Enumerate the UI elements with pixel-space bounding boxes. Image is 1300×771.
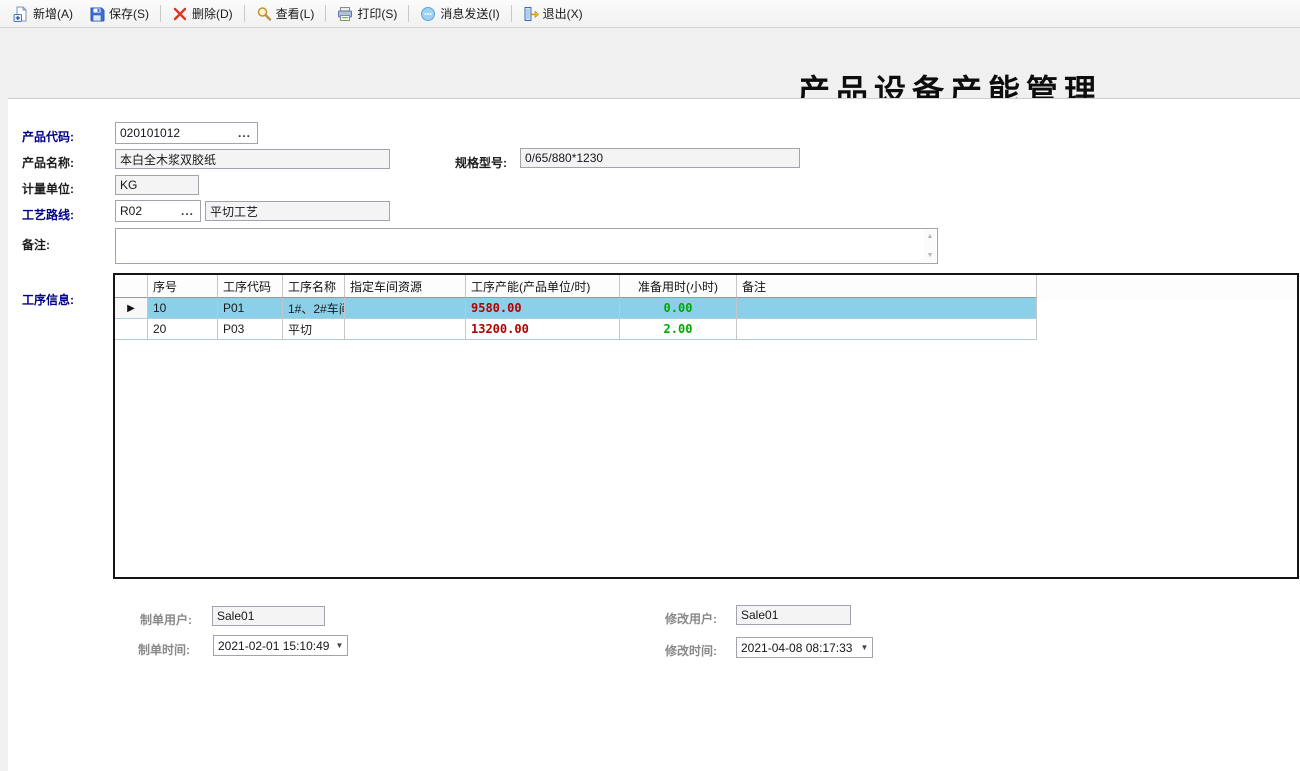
spec-model-field[interactable]: 0/65/880*1230 [520, 148, 800, 168]
toolbar-separator [160, 5, 161, 22]
process-route-code-field[interactable]: R02 ... [115, 200, 201, 222]
save-icon [89, 6, 105, 22]
create-time-combobox[interactable]: 2021-02-01 15:10:49 ▼ [213, 635, 348, 656]
process-route-name-field[interactable]: 平切工艺 [205, 201, 390, 221]
message-send-button[interactable]: 消息发送(I) [412, 1, 507, 26]
chevron-down-icon[interactable]: ▼ [332, 636, 347, 655]
scroll-down-icon[interactable]: ▼ [927, 252, 934, 259]
process-route-name-value: 平切工艺 [210, 203, 258, 220]
row-selector-header [115, 275, 148, 298]
product-name-value: 本白全木浆双胶纸 [120, 151, 216, 168]
toolbar-button-label: 新增(A) [33, 5, 73, 22]
toolbar-separator [511, 5, 512, 22]
row-selector-cell: ▶ [115, 298, 148, 319]
exit-button[interactable]: 退出(X) [515, 1, 591, 26]
chevron-down-icon[interactable]: ▼ [857, 638, 872, 657]
print-icon [337, 6, 353, 22]
toolbar-button-label: 保存(S) [109, 5, 149, 22]
cell-seq[interactable]: 20 [148, 319, 218, 340]
column-header-process-name[interactable]: 工序名称 [283, 275, 345, 298]
view-button[interactable]: 查看(L) [248, 1, 323, 26]
table-row[interactable]: ▶ 10 P01 1#、2#车间 9580.00 0.00 [115, 298, 1297, 319]
title-band: 产品设备产能管理 [0, 28, 1300, 98]
delete-icon [172, 6, 188, 22]
modifier-field[interactable]: Sale01 [736, 605, 851, 625]
modifier-value: Sale01 [741, 608, 778, 622]
cell-capacity[interactable]: 9580.00 [466, 298, 620, 319]
cell-workshop[interactable] [345, 298, 466, 319]
modify-time-label: 修改时间: [665, 642, 717, 659]
product-code-value: 020101012 [120, 126, 180, 140]
toolbar-button-label: 打印(S) [357, 5, 397, 22]
spec-model-label: 规格型号: [455, 154, 507, 171]
column-header-process-code[interactable]: 工序代码 [218, 275, 283, 298]
form-area: 产品代码: 020101012 ... 产品名称: 本白全木浆双胶纸 规格型号:… [8, 98, 1300, 771]
cell-process-name[interactable]: 1#、2#车间 [283, 298, 345, 319]
creator-field[interactable]: Sale01 [212, 606, 325, 626]
column-header-remark[interactable]: 备注 [737, 275, 1037, 298]
toolbar: 新增(A) 保存(S) 删除(D) 查看(L) 打印(S) 消息发送(I) 退出… [0, 0, 1300, 28]
create-time-label: 制单时间: [138, 641, 190, 658]
process-route-label: 工艺路线: [22, 206, 74, 223]
remark-field[interactable]: ▲ ▼ [115, 228, 938, 264]
print-button[interactable]: 打印(S) [329, 1, 405, 26]
modify-time-combobox[interactable]: 2021-04-08 08:17:33 ▼ [736, 637, 873, 658]
creator-label: 制单用户: [140, 611, 192, 628]
cell-workshop[interactable] [345, 319, 466, 340]
product-name-label: 产品名称: [22, 154, 74, 171]
view-icon [256, 6, 272, 22]
process-route-code-value: R02 [120, 204, 142, 218]
remark-scrollbar[interactable]: ▲ ▼ [924, 230, 936, 262]
product-name-field[interactable]: 本白全木浆双胶纸 [115, 149, 390, 169]
cell-remark[interactable] [737, 319, 1037, 340]
toolbar-button-label: 消息发送(I) [440, 5, 499, 22]
toolbar-separator [244, 5, 245, 22]
column-header-prep-time[interactable]: 准备用时(小时) [620, 275, 737, 298]
remark-label: 备注: [22, 236, 50, 253]
toolbar-separator [408, 5, 409, 22]
cell-capacity[interactable]: 13200.00 [466, 319, 620, 340]
creator-value: Sale01 [217, 609, 254, 623]
current-row-marker-icon: ▶ [127, 303, 135, 314]
new-button[interactable]: 新增(A) [5, 1, 81, 26]
new-document-icon [13, 6, 29, 22]
scroll-up-icon[interactable]: ▲ [927, 233, 934, 240]
toolbar-separator [325, 5, 326, 22]
product-code-lookup-button[interactable]: ... [236, 129, 253, 137]
toolbar-button-label: 删除(D) [192, 5, 233, 22]
cell-process-code[interactable]: P01 [218, 298, 283, 319]
spec-model-value: 0/65/880*1230 [525, 151, 603, 165]
cell-prep-time[interactable]: 2.00 [620, 319, 737, 340]
product-code-field[interactable]: 020101012 ... [115, 122, 258, 144]
modifier-label: 修改用户: [665, 610, 717, 627]
modify-time-value: 2021-04-08 08:17:33 [741, 641, 857, 655]
toolbar-button-label: 查看(L) [276, 5, 315, 22]
save-button[interactable]: 保存(S) [81, 1, 157, 26]
cell-prep-time[interactable]: 0.00 [620, 298, 737, 319]
column-header-seq[interactable]: 序号 [148, 275, 218, 298]
cell-seq[interactable]: 10 [148, 298, 218, 319]
toolbar-button-label: 退出(X) [543, 5, 583, 22]
unit-label: 计量单位: [22, 180, 74, 197]
row-selector-cell [115, 319, 148, 340]
delete-button[interactable]: 删除(D) [164, 1, 241, 26]
process-grid: 序号 工序代码 工序名称 指定车间资源 工序产能(产品单位/时) 准备用时(小时… [113, 273, 1299, 579]
cell-process-code[interactable]: P03 [218, 319, 283, 340]
cell-remark[interactable] [737, 298, 1037, 319]
grid-header-row: 序号 工序代码 工序名称 指定车间资源 工序产能(产品单位/时) 准备用时(小时… [115, 275, 1297, 298]
process-info-label: 工序信息: [22, 291, 74, 308]
table-row[interactable]: 20 P03 平切 13200.00 2.00 [115, 319, 1297, 340]
column-header-workshop[interactable]: 指定车间资源 [345, 275, 466, 298]
unit-field[interactable]: KG [115, 175, 199, 195]
create-time-value: 2021-02-01 15:10:49 [218, 639, 332, 653]
product-code-label: 产品代码: [22, 128, 74, 145]
process-route-lookup-button[interactable]: ... [179, 207, 196, 215]
product-capacity-window: { "toolbar": { "buttons": [ { "label": "… [0, 0, 1300, 771]
unit-value: KG [120, 178, 137, 192]
cell-process-name[interactable]: 平切 [283, 319, 345, 340]
exit-icon [523, 6, 539, 22]
column-header-capacity[interactable]: 工序产能(产品单位/时) [466, 275, 620, 298]
message-send-icon [420, 6, 436, 22]
